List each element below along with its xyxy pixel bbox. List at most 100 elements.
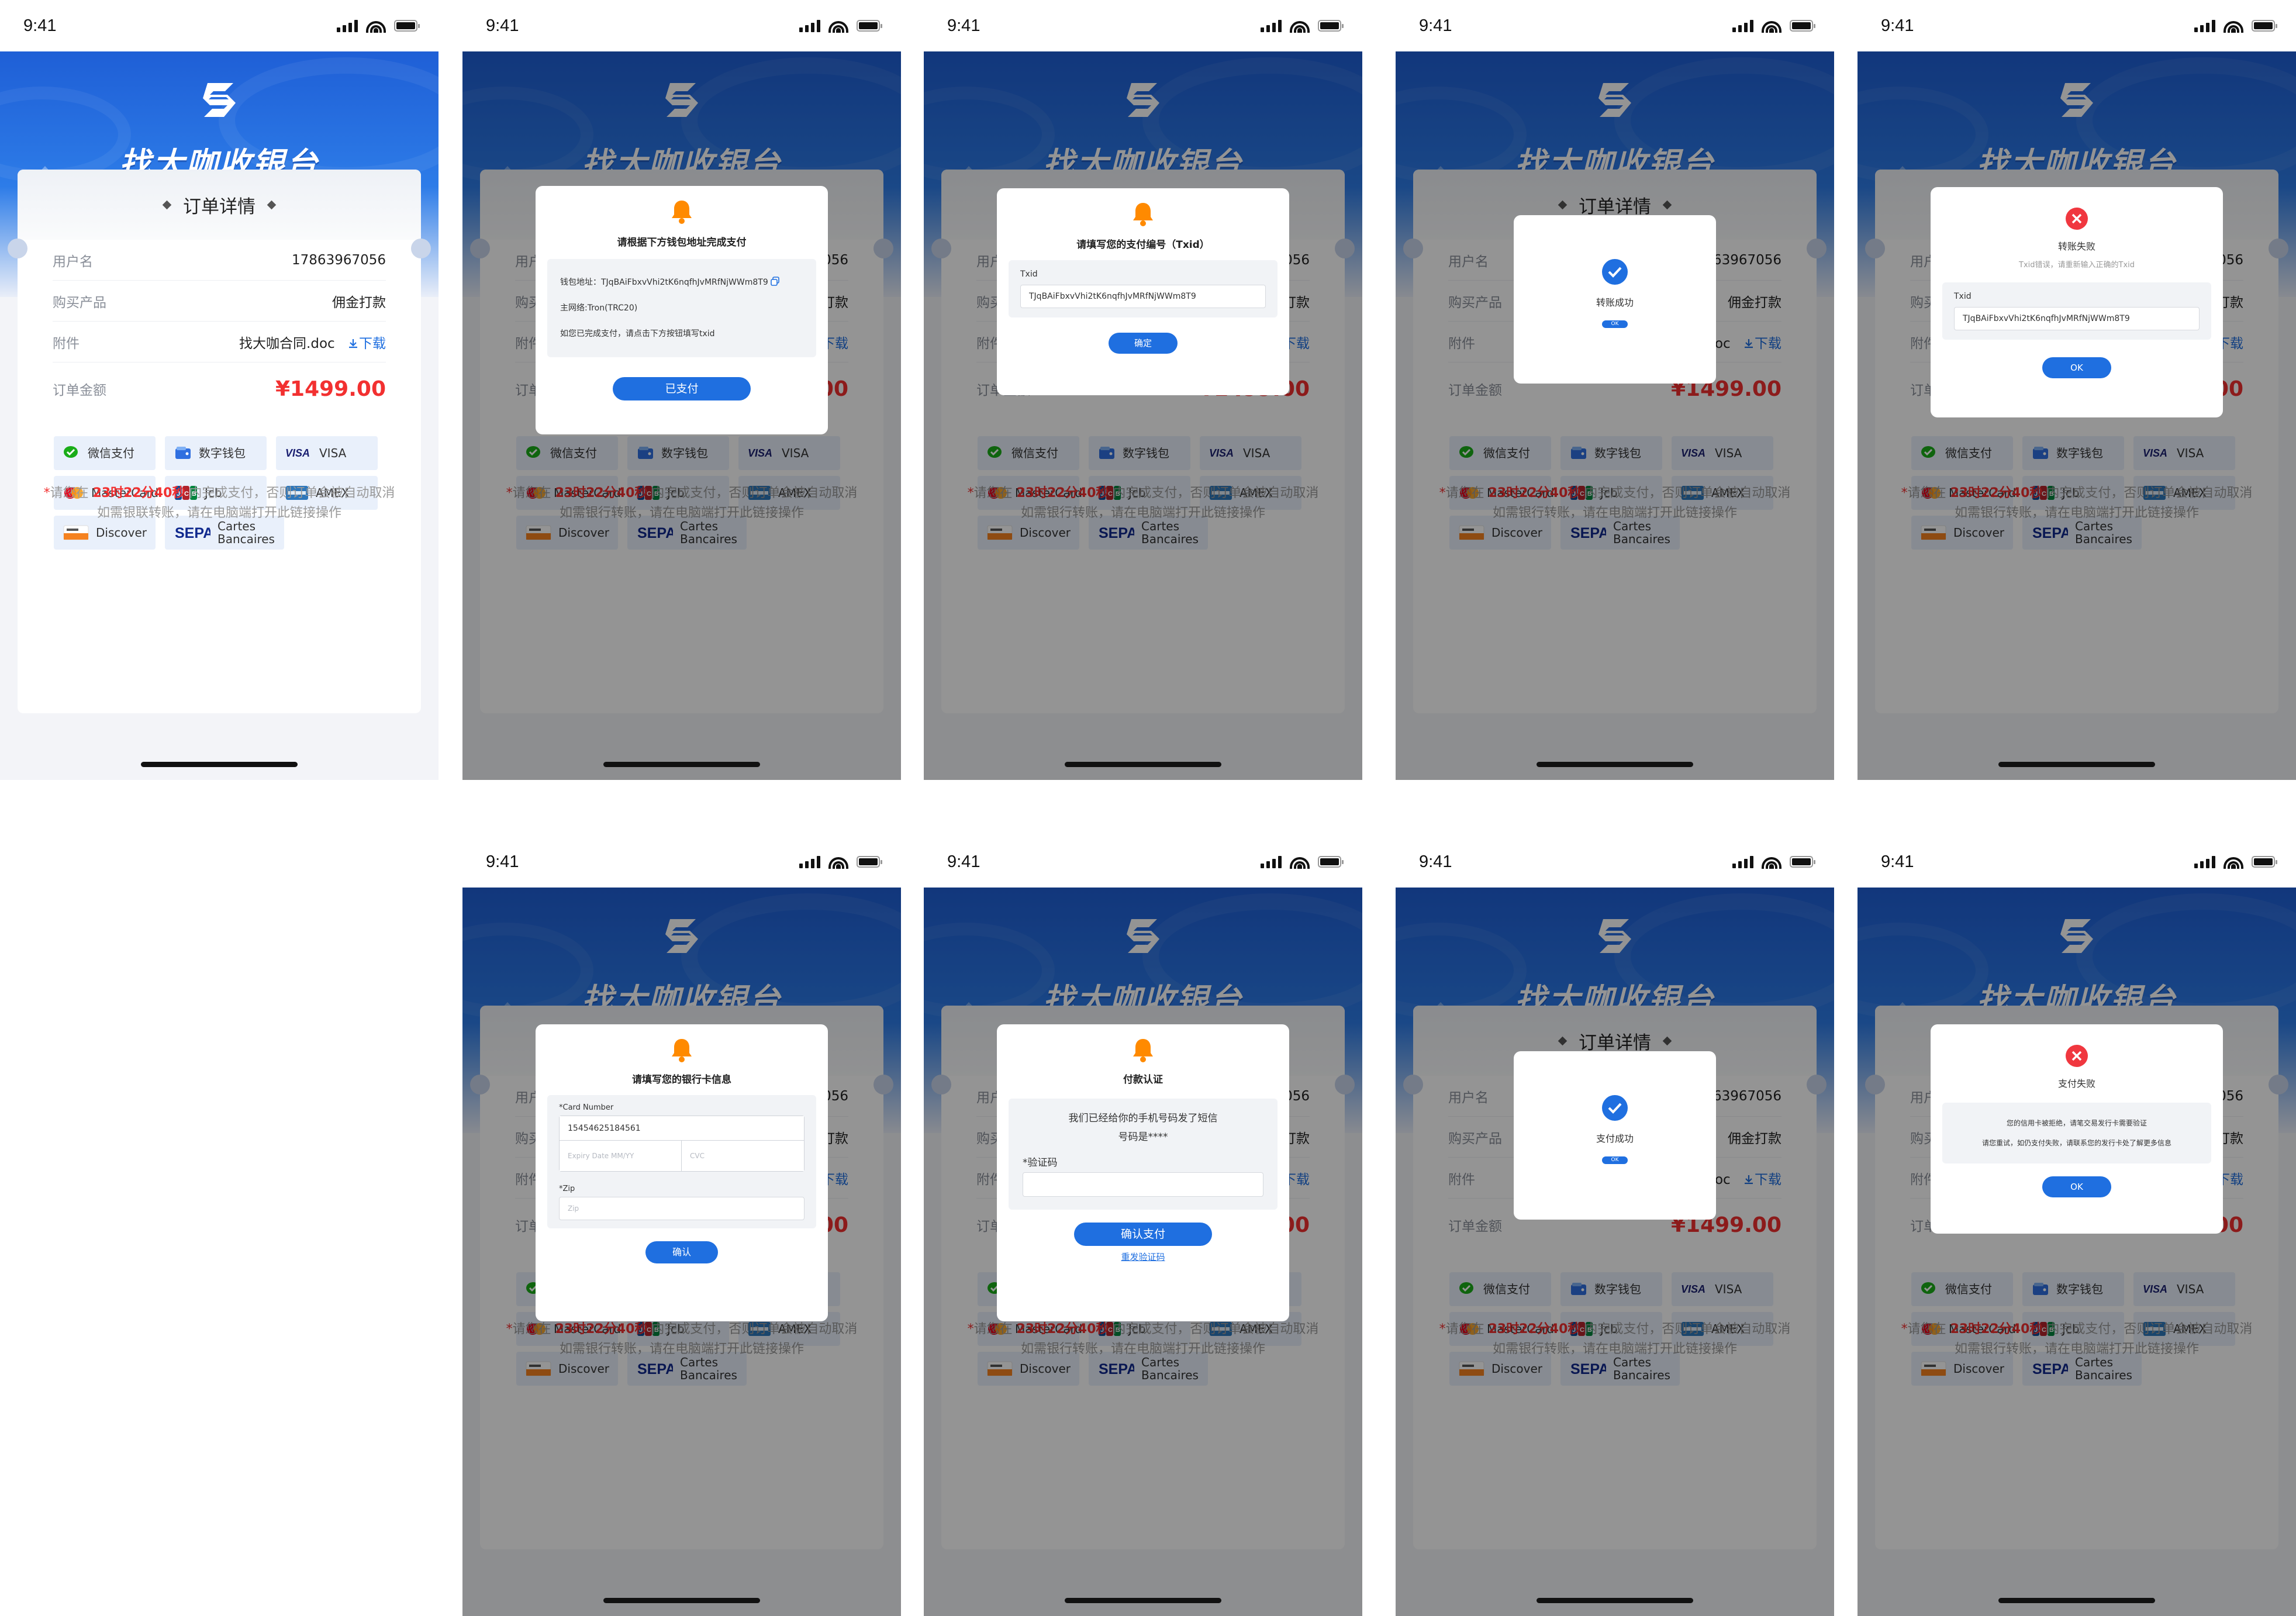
card-number-input[interactable]: 15454625184561 xyxy=(560,1116,804,1141)
wifi-icon xyxy=(2224,855,2243,869)
status-bar: 9:41 xyxy=(1396,836,1834,888)
check-circle-icon xyxy=(1602,1095,1628,1121)
sms-message-line2: 号码是**** xyxy=(1118,1131,1168,1143)
status-icons xyxy=(799,19,882,33)
status-icons xyxy=(337,19,420,33)
amount-value: ¥1499.00 xyxy=(275,377,386,401)
transfer-fail-modal: 转账失败 Txid错误，请重新输入正确的Txid Txid TJqBAiFbxvVhi… xyxy=(1931,187,2223,417)
digital-wallet-icon xyxy=(175,447,191,459)
confirm-pay-button[interactable]: 确认支付 xyxy=(1074,1223,1212,1246)
status-icons xyxy=(1261,855,1344,869)
copy-icon[interactable] xyxy=(771,277,780,286)
home-indicator xyxy=(1537,1598,1693,1603)
download-icon xyxy=(349,339,357,348)
pay-success-modal: 支付成功 OK xyxy=(1514,1051,1716,1220)
bell-icon xyxy=(672,1039,692,1062)
sms-message-line1: 我们已经给你的手机号码发了短信 xyxy=(1068,1113,1218,1124)
confirm-button[interactable]: 确定 xyxy=(1109,333,1178,354)
status-icons xyxy=(2194,19,2277,33)
transfer-success-modal: 转账成功 OK xyxy=(1514,215,1716,384)
status-time: 9:41 xyxy=(486,16,519,35)
status-bar: 9:41 xyxy=(462,0,901,51)
status-time: 9:41 xyxy=(1881,16,1914,35)
username-label: 用户名 xyxy=(53,254,93,270)
modal-subtitle: Txid错误，请重新输入正确的Txid xyxy=(2019,261,2135,270)
battery-icon xyxy=(1790,856,1815,868)
battery-icon xyxy=(1318,856,1344,868)
notice-line2: 如需银联转账，请在电脑端打开此链接操作 xyxy=(96,506,341,520)
canvas: 9:41 找大咖收银台 订单详情 用户名 17863967056 购买产品 佣金… xyxy=(0,0,2296,1616)
modal-backdrop[interactable] xyxy=(1396,0,1834,780)
wallet-address: TJqBAiFbxvVhi2tK6nqfhJvMRfNjWWm8T9 xyxy=(601,278,768,287)
home-indicator xyxy=(1065,762,1221,767)
payment-method-wechat-pay[interactable]: 微信支付 xyxy=(54,436,156,470)
home-indicator xyxy=(603,762,760,767)
wallet-address-label: 钱包地址： xyxy=(560,278,601,287)
fail-line2: 请您重试，如仍支付失败，请联系您的发行卡处了解更多信息 xyxy=(1981,1139,2171,1147)
bell-icon xyxy=(1133,203,1153,226)
ok-button[interactable]: OK xyxy=(2042,1176,2111,1197)
code-label: *验证码 xyxy=(1023,1157,1058,1169)
txid-input[interactable]: TJqBAiFbxvVhi2tK6nqfhJvMRfNjWWm8T9 xyxy=(1954,307,2200,330)
status-time: 9:41 xyxy=(947,16,980,35)
error-circle-icon xyxy=(2066,208,2088,230)
wechat-pay-icon xyxy=(64,446,78,458)
modal-backdrop[interactable] xyxy=(1396,836,1834,1616)
bell-icon xyxy=(672,201,692,224)
expiry-input[interactable]: Expiry Date MM/YY xyxy=(560,1141,682,1171)
discover-icon xyxy=(63,525,89,540)
wifi-icon xyxy=(828,19,848,33)
status-bar: 9:41 xyxy=(1857,0,2296,51)
payment-method-digital-wallet[interactable]: 数字钱包 xyxy=(165,436,267,470)
attachment-filename: 找大咖合同.doc xyxy=(239,336,335,351)
phone-screen: 9:41 找大咖收银台 订单详情 xyxy=(0,0,439,780)
fail-message-box: 您的信用卡被拒绝，请笔交易发行卡需要验证请您重试，如仍支付失败，请联系您的发行卡… xyxy=(1942,1103,2211,1163)
code-input[interactable] xyxy=(1023,1172,1263,1197)
product-value: 佣金打款 xyxy=(332,295,386,310)
modal-title: 请填写您的银行卡信息 xyxy=(632,1074,731,1086)
sepa-icon: SEPA xyxy=(175,525,210,541)
status-time: 9:41 xyxy=(1419,852,1452,871)
sms-verification-modal: 付款认证 我们已经给你的手机号码发了短信 号码是**** *验证码 确认支付 重发验证码 xyxy=(997,1024,1289,1321)
order-title: 订单详情 xyxy=(183,196,256,217)
download-link[interactable]: 下载 xyxy=(347,336,386,351)
status-bar: 9:41 xyxy=(924,0,1362,51)
modal-title: 请根据下方钱包地址完成支付 xyxy=(617,237,747,248)
diamond-icon xyxy=(267,200,277,209)
payment-method-visa[interactable]: VISA VISA xyxy=(276,436,378,470)
fail-line1: 您的信用卡被拒绝，请笔交易发行卡需要验证 xyxy=(2006,1119,2147,1127)
resend-code-link[interactable]: 重发验证码 xyxy=(997,1251,1289,1263)
attachment-row: 附件 找大咖合同.doc 下载 xyxy=(53,322,386,362)
ok-button[interactable]: OK xyxy=(1602,320,1628,328)
ok-button[interactable]: OK xyxy=(1602,1156,1628,1164)
payment-method-label: VISA xyxy=(319,446,347,460)
txid-box: Txid TJqBAiFbxvVhi2tK6nqfhJvMRfNjWWm8T9 xyxy=(1009,260,1278,317)
signal-icon xyxy=(1261,855,1282,868)
bell-icon xyxy=(1133,1039,1153,1062)
notice-before: 请您在 xyxy=(50,486,93,500)
product-label: 购买产品 xyxy=(53,295,106,310)
txid-input[interactable]: TJqBAiFbxvVhi2tK6nqfhJvMRfNjWWm8T9 xyxy=(1020,285,1266,308)
error-circle-icon xyxy=(2066,1045,2088,1067)
ok-button[interactable]: OK xyxy=(2042,357,2111,378)
confirm-button[interactable]: 确认 xyxy=(645,1241,718,1263)
paid-button[interactable]: 已支付 xyxy=(613,377,751,400)
download-label: 下载 xyxy=(359,336,386,351)
cvc-input[interactable]: CVC xyxy=(682,1141,804,1171)
status-time: 9:41 xyxy=(1881,852,1914,871)
phone-screen: 9:41 找大咖收银台 订单详情 xyxy=(1396,0,1834,780)
txid-modal: 请填写您的支付编号（Txid） Txid TJqBAiFbxvVhi2tK6nqfh… xyxy=(997,188,1289,395)
order-card: 订单详情 用户名 17863967056 购买产品 佣金打款 附件 找大咖合同.… xyxy=(8,170,431,713)
attachment-label: 附件 xyxy=(53,336,80,351)
battery-icon xyxy=(394,20,420,32)
home-indicator xyxy=(1537,762,1693,767)
status-time: 9:41 xyxy=(486,852,519,871)
amount-row: 订单金额 ¥1499.00 xyxy=(53,362,386,415)
phone-screen: 9:41 找大咖收银台 订单详情 xyxy=(1857,0,2296,780)
zip-input[interactable]: Zip xyxy=(559,1197,805,1220)
wallet-address-modal: 请根据下方钱包地址完成支付钱包地址：TJqBAiFbxvVhi2tK6nqfhJ… xyxy=(536,186,828,434)
wallet-hint: 如您已完成支付，请点击下方按钮填写txid xyxy=(560,329,715,339)
product-row: 购买产品 佣金打款 xyxy=(53,281,386,322)
network-label: 主网络: xyxy=(560,303,588,313)
txid-label: Txid xyxy=(1954,292,1972,301)
